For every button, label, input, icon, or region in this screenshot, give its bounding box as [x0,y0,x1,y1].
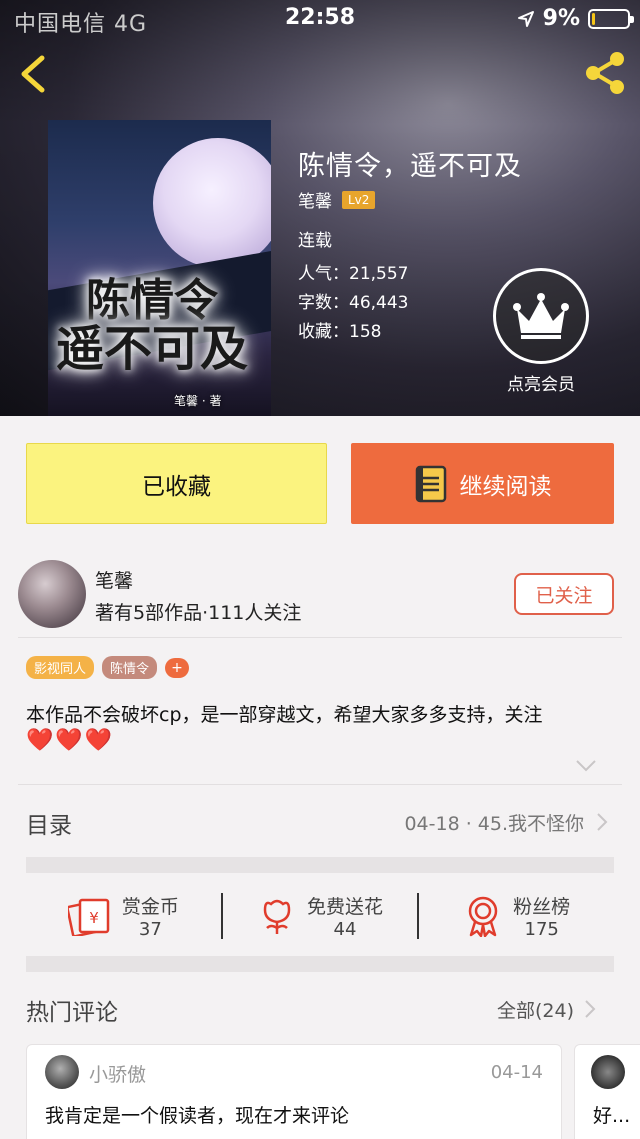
fans-text: 粉丝榜 175 [513,892,570,940]
chevron-left-icon [21,55,45,93]
expand-description-button[interactable] [575,758,597,772]
chevron-right-icon[interactable] [584,999,596,1019]
word-count: 字数：46,443 [298,293,409,313]
latest-chapter: 04-18 · 45.我不怪你 [404,813,584,835]
author-stats: 著有5部作品·111人关注 [95,602,302,624]
book-title: 陈情令，遥不可及 [298,151,522,182]
chevron-right-icon [597,813,608,831]
battery-level [592,12,595,25]
follow-label: 已关注 [535,584,593,607]
comment-text: 好... [593,1105,631,1127]
fan-ranking[interactable]: 粉丝榜 175 [419,874,614,958]
vip-circle [493,268,589,364]
catalog-label: 目录 [26,813,72,839]
continue-reading-label: 继续阅读 [459,473,552,500]
flowers-text: 免费送花 44 [307,892,383,940]
add-tag-button[interactable]: + [165,657,190,678]
author-line: 笔馨 Lv2 [298,187,376,212]
crown-icon [513,293,569,339]
stat-value: 175 [524,919,559,940]
all-comments-link[interactable]: 全部(24) [497,996,574,1023]
commenter-name[interactable]: 小骄傲 [89,1060,146,1087]
stat-value: 44 [333,919,357,940]
stat-label: 粉丝榜 [513,896,571,918]
divider [18,784,622,785]
battery-icon [588,8,634,29]
comment-card[interactable]: 好... [574,1044,640,1139]
tag-list: 影视同人 陈情令 + [26,656,190,679]
section-spacer [26,956,614,972]
catalog-row[interactable]: 目录 04-18 · 45.我不怪你 [0,800,640,846]
stat-label: 免费送花 [307,896,384,918]
location-arrow-icon [517,10,534,27]
status-right: 9% [517,6,634,31]
battery-percent: 9% [542,6,580,31]
svg-text:¥: ¥ [89,909,99,927]
cover-author: 笔馨 · 著 [174,394,222,408]
book-icon [415,465,446,502]
stat-label: 赏金币 [121,896,179,918]
medal-icon [468,896,498,937]
status-bar: 中国电信 4G 22:58 9% [0,0,640,37]
stats-row: ¥ 赏金币 37 免费送花 44 粉丝榜 175 [26,874,614,958]
collected-label: 已收藏 [142,473,211,500]
share-icon [586,52,624,94]
vip-button[interactable]: 点亮会员 [493,268,589,395]
author-name[interactable]: 笔馨 [95,566,133,593]
book-header: 中国电信 4G 22:58 9% 陈情令 遥不可及 笔馨 · 著 陈情令，遥不可… [0,0,640,416]
level-badge: Lv2 [342,190,376,209]
cover-moon [153,138,271,268]
comment-date: 04-14 [490,1062,543,1083]
flower-icon [263,899,291,934]
book-description: 本作品不会破坏cp，是一部穿越文，希望大家多多支持，关注 ❤️❤️❤️ [26,702,616,754]
follow-button[interactable]: 已关注 [514,573,614,615]
tag-item[interactable]: 陈情令 [102,656,158,679]
commenter-avatar[interactable] [591,1055,625,1089]
favorite-count: 收藏：158 [298,322,382,342]
free-flowers[interactable]: 免费送花 44 [223,874,418,958]
reward-coins[interactable]: ¥ 赏金币 37 [26,874,221,958]
serial-status: 连载 [298,231,332,251]
description-text: 本作品不会破坏cp，是一部穿越文，希望大家多多支持，关注 [26,704,543,726]
cover-title: 陈情令 遥不可及 [56,275,268,378]
commenter-avatar[interactable] [45,1055,79,1089]
continue-reading-button[interactable]: 继续阅读 [351,443,614,524]
back-button[interactable] [14,52,54,96]
popularity: 人气：21,557 [298,264,409,284]
comment-card[interactable]: 小骄傲 04-14 我肯定是一个假读者，现在才来评论 [26,1044,562,1139]
divider [18,637,622,638]
vip-label: 点亮会员 [507,375,575,395]
red-envelope-icon: ¥ [67,898,110,936]
hot-comments-title: 热门评论 [26,1000,118,1026]
section-spacer [26,857,614,873]
share-button[interactable] [582,50,628,96]
chevron-down-icon [576,760,596,772]
author-avatar[interactable] [18,560,86,628]
tag-item[interactable]: 影视同人 [26,656,95,679]
cover-title-line1: 陈情令 [86,275,218,326]
reward-text: 赏金币 37 [122,892,179,940]
cover-title-line2: 遥不可及 [56,321,249,378]
collected-button[interactable]: 已收藏 [26,443,327,524]
heart-emojis: ❤️❤️❤️ [26,728,115,753]
comment-text: 我肯定是一个假读者，现在才来评论 [45,1105,350,1127]
stat-value: 37 [138,919,162,940]
book-author[interactable]: 笔馨 [298,187,332,212]
book-cover[interactable]: 陈情令 遥不可及 笔馨 · 著 [48,120,271,416]
author-section: 笔馨 著有5部作品·111人关注 已关注 [0,548,640,638]
